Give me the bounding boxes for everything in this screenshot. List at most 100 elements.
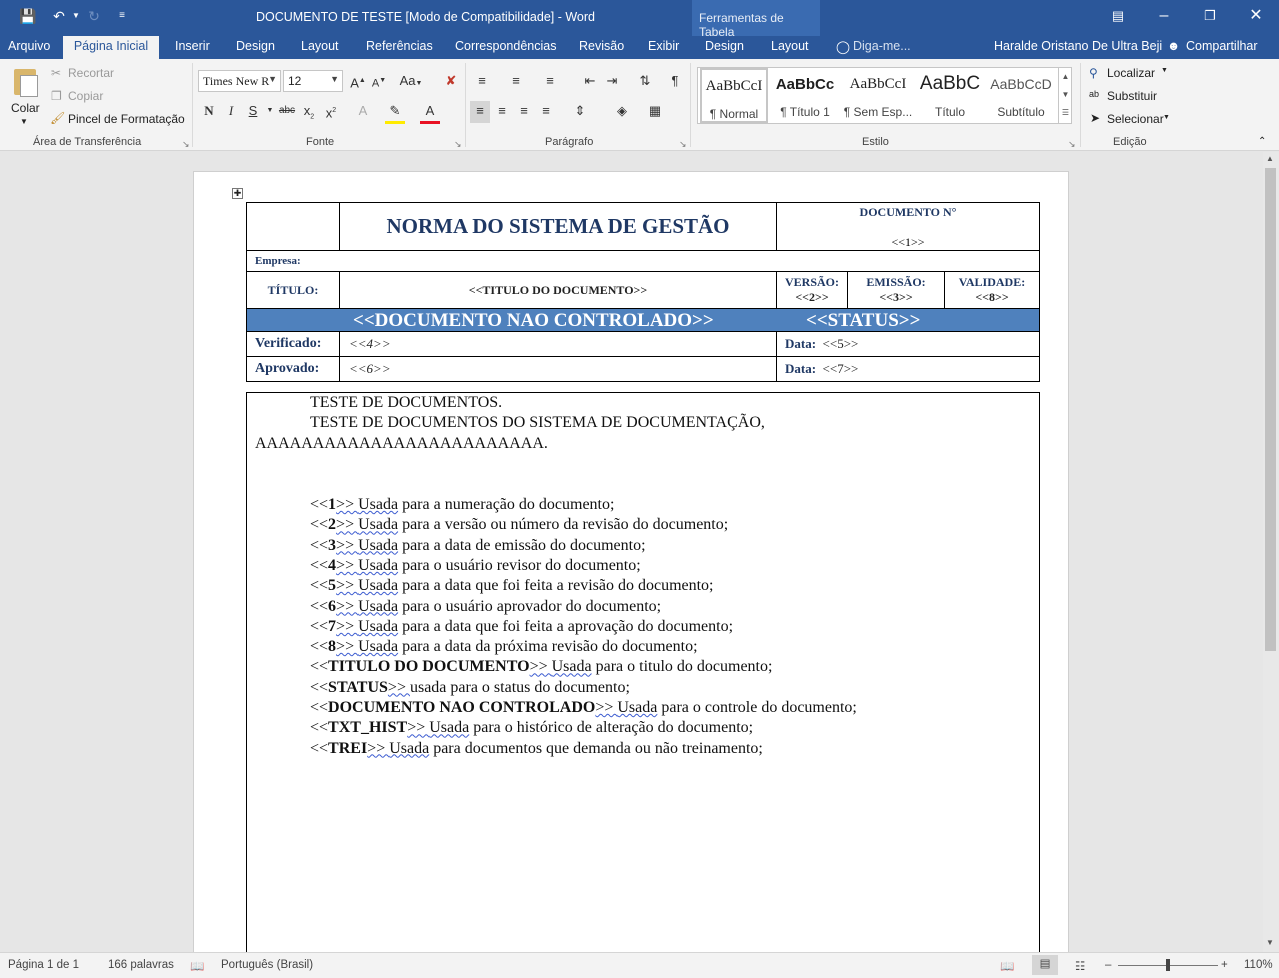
paste-dropdown-icon[interactable]: ▼ bbox=[20, 117, 28, 126]
style-heading1[interactable]: AaBbCc ¶ Título 1 bbox=[770, 68, 840, 123]
table-move-handle-icon[interactable]: ✚ bbox=[232, 188, 243, 199]
copy-button[interactable]: Copiar bbox=[68, 89, 103, 103]
multilevel-list-icon[interactable]: ≡ bbox=[540, 71, 560, 91]
paste-icon[interactable] bbox=[12, 65, 40, 97]
scroll-up-icon[interactable]: ▲ bbox=[1266, 154, 1274, 163]
tab-review[interactable]: Revisão bbox=[579, 39, 624, 53]
style-normal[interactable]: AaBbCcI ¶ Normal bbox=[700, 68, 768, 123]
select-dropdown-icon[interactable]: ▼ bbox=[1163, 114, 1170, 121]
bullets-icon[interactable]: ≡ bbox=[472, 71, 492, 91]
tell-me-search[interactable]: Diga-me... bbox=[853, 39, 911, 53]
paste-button[interactable]: Colar bbox=[11, 101, 40, 115]
font-name-combo[interactable]: Times New R ▼ bbox=[198, 70, 281, 92]
read-mode-icon[interactable]: 📖 bbox=[1000, 959, 1014, 973]
clear-formatting-icon[interactable]: ✘ bbox=[441, 71, 461, 91]
grow-font-icon[interactable]: A▲ bbox=[348, 71, 368, 93]
collapse-ribbon-icon[interactable]: ⌃ bbox=[1258, 136, 1266, 147]
font-launcher-icon[interactable]: ↘ bbox=[454, 139, 462, 150]
superscript-icon[interactable]: x2 bbox=[321, 101, 341, 123]
language[interactable]: Português (Brasil) bbox=[221, 959, 313, 971]
minimize-button[interactable]: – bbox=[1153, 5, 1175, 27]
borders-icon[interactable]: ▦ bbox=[645, 101, 665, 121]
tab-file[interactable]: Arquivo bbox=[8, 39, 50, 53]
find-dropdown-icon[interactable]: ▼ bbox=[1161, 67, 1168, 74]
decrease-indent-icon[interactable]: ⇤ bbox=[580, 71, 600, 91]
placeholder-pre: << bbox=[310, 658, 329, 676]
body-table-cell[interactable]: TESTE DE DOCUMENTOS. TESTE DE DOCUMENTOS… bbox=[246, 392, 1040, 962]
scissors-icon: ✂ bbox=[51, 66, 62, 80]
sort-icon[interactable]: ⇅ bbox=[635, 71, 655, 91]
vertical-scrollbar[interactable]: ▲ ▼ bbox=[1263, 152, 1279, 952]
style-no-spacing[interactable]: AaBbCcI ¶ Sem Esp... bbox=[842, 68, 914, 123]
align-left-icon[interactable]: ≡ bbox=[470, 101, 490, 123]
style-subtitle[interactable]: AaBbCcD Subtítulo bbox=[986, 68, 1056, 123]
clipboard-launcher-icon[interactable]: ↘ bbox=[182, 139, 190, 150]
format-painter-button[interactable]: Pincel de Formatação bbox=[68, 112, 185, 126]
bold-icon[interactable]: N bbox=[199, 101, 219, 121]
placeholder-post: >> bbox=[407, 719, 430, 737]
shading-icon[interactable]: ◈ bbox=[612, 101, 632, 121]
zoom-slider-thumb[interactable] bbox=[1166, 959, 1170, 971]
zoom-in-icon[interactable]: + bbox=[1221, 959, 1228, 971]
group-divider bbox=[690, 63, 691, 147]
style-title[interactable]: AaBbC Título bbox=[916, 68, 984, 123]
ribbon-display-options-icon[interactable]: ▤ bbox=[1107, 5, 1129, 27]
line-spacing-icon[interactable]: ⇕ bbox=[570, 101, 590, 121]
print-layout-icon[interactable]: ▤ bbox=[1032, 955, 1058, 975]
undo-dropdown-icon[interactable]: ▼ bbox=[66, 6, 86, 26]
select-button[interactable]: Selecionar bbox=[1107, 112, 1164, 126]
scrollbar-thumb[interactable] bbox=[1265, 168, 1276, 651]
shrink-font-icon[interactable]: A▼ bbox=[369, 71, 389, 94]
strikethrough-icon[interactable]: abc bbox=[277, 101, 297, 121]
paragraph-launcher-icon[interactable]: ↘ bbox=[679, 139, 687, 150]
tab-home[interactable]: Página Inicial bbox=[63, 36, 159, 59]
close-button[interactable]: ✕ bbox=[1245, 5, 1267, 27]
replace-button[interactable]: Substituir bbox=[1107, 89, 1157, 103]
align-center-icon[interactable]: ≡ bbox=[492, 101, 512, 121]
subscript-icon[interactable]: x2 bbox=[299, 101, 319, 128]
customize-toolbar-icon[interactable]: ≡ bbox=[112, 6, 132, 26]
font-group-label: Fonte bbox=[306, 136, 335, 148]
justify-icon[interactable]: ≡ bbox=[536, 101, 556, 121]
scroll-down-icon[interactable]: ▼ bbox=[1266, 938, 1274, 947]
share-button[interactable]: Compartilhar bbox=[1186, 39, 1258, 53]
font-color-icon[interactable]: A bbox=[420, 101, 440, 124]
banner-status: <<STATUS>> bbox=[806, 310, 921, 331]
zoom-level[interactable]: 110% bbox=[1244, 959, 1273, 971]
styles-launcher-icon[interactable]: ↘ bbox=[1068, 139, 1076, 150]
text-effects-icon[interactable]: A bbox=[353, 101, 373, 121]
align-right-icon[interactable]: ≡ bbox=[514, 101, 534, 121]
find-button[interactable]: Localizar bbox=[1107, 66, 1155, 80]
placeholder-link: Usada bbox=[617, 699, 658, 716]
tab-layout[interactable]: Layout bbox=[301, 39, 339, 53]
web-layout-icon[interactable]: ☷ bbox=[1075, 959, 1085, 973]
proofing-icon[interactable]: 📖 bbox=[190, 959, 204, 973]
italic-icon[interactable]: I bbox=[221, 101, 241, 121]
increase-indent-icon[interactable]: ⇥ bbox=[602, 71, 622, 91]
page-count[interactable]: Página 1 de 1 bbox=[8, 959, 79, 971]
save-icon[interactable]: 💾 bbox=[18, 6, 38, 26]
emissao-cell: EMISSÃO: <<3>> bbox=[847, 271, 945, 309]
user-name[interactable]: Haralde Oristano De Ultra Beji bbox=[994, 39, 1162, 53]
tab-table-layout[interactable]: Layout bbox=[771, 39, 809, 53]
tab-mailings[interactable]: Correspondências bbox=[455, 39, 556, 53]
redo-icon[interactable]: ↻ bbox=[84, 6, 104, 26]
tab-references[interactable]: Referências bbox=[366, 39, 433, 53]
tab-design[interactable]: Design bbox=[236, 39, 275, 53]
zoom-out-icon[interactable]: – bbox=[1105, 959, 1111, 971]
cut-button[interactable]: Recortar bbox=[68, 66, 114, 80]
word-count[interactable]: 166 palavras bbox=[108, 959, 174, 971]
titulo-label: TÍTULO: bbox=[246, 271, 340, 309]
show-marks-icon[interactable]: ¶ bbox=[665, 71, 685, 91]
tab-table-design[interactable]: Design bbox=[705, 39, 744, 53]
tab-insert[interactable]: Inserir bbox=[175, 39, 210, 53]
restore-button[interactable]: ❐ bbox=[1199, 5, 1221, 27]
highlight-icon[interactable]: ✎ bbox=[385, 101, 405, 124]
numbering-icon[interactable]: ≡ bbox=[506, 71, 526, 91]
change-case-button[interactable]: Aa▼ bbox=[396, 71, 426, 94]
tab-view[interactable]: Exibir bbox=[648, 39, 679, 53]
document-page[interactable]: ✚ NORMA DO SISTEMA DE GESTÃO DOCUMENTO N… bbox=[193, 171, 1069, 962]
style-name: Título bbox=[934, 105, 965, 119]
font-size-combo[interactable]: 12 ▼ bbox=[283, 70, 343, 92]
styles-scroll[interactable]: ▲ ▼ ☰ bbox=[1058, 68, 1072, 123]
